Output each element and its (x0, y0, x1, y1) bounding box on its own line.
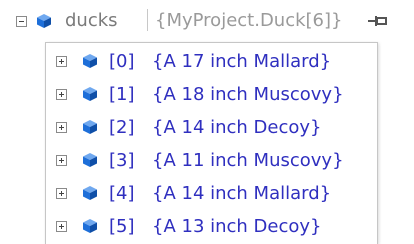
list-item[interactable]: [4] {A 14 inch Mallard} (46, 177, 377, 210)
separator (147, 9, 148, 31)
expand-icon[interactable] (56, 155, 67, 166)
item-index: [4] (109, 183, 135, 204)
expand-icon[interactable] (56, 122, 67, 133)
expand-icon[interactable] (56, 89, 67, 100)
list-item[interactable]: [0] {A 17 inch Mallard} (46, 45, 377, 78)
list-item[interactable]: [1] {A 18 inch Muscovy} (46, 78, 377, 111)
item-value[interactable]: {A 13 inch Decoy} (152, 210, 322, 243)
collapse-icon[interactable] (16, 16, 27, 27)
object-icon (83, 219, 97, 233)
object-icon (83, 54, 97, 68)
item-value[interactable]: {A 18 inch Muscovy} (152, 78, 344, 111)
item-index: [3] (109, 150, 135, 171)
item-value[interactable]: {A 11 inch Muscovy} (152, 144, 344, 177)
item-value[interactable]: {A 14 inch Mallard} (152, 177, 331, 210)
expand-icon[interactable] (56, 188, 67, 199)
list-item[interactable]: [3] {A 11 inch Muscovy} (46, 144, 377, 177)
pin-icon[interactable] (368, 14, 388, 28)
members-list: [0] {A 17 inch Mallard} [1] {A 18 inch M… (45, 42, 378, 244)
item-index: [1] (109, 84, 135, 105)
variable-name: ducks (65, 10, 118, 31)
datatip-header: ducks {MyProject.Duck[6]} (0, 0, 414, 42)
object-icon (83, 87, 97, 101)
item-index: [5] (109, 216, 135, 237)
item-index: [2] (109, 117, 135, 138)
object-icon (83, 120, 97, 134)
expand-icon[interactable] (56, 221, 67, 232)
object-icon (37, 14, 51, 28)
item-value[interactable]: {A 14 inch Decoy} (152, 111, 322, 144)
object-icon (83, 186, 97, 200)
item-value[interactable]: {A 17 inch Mallard} (152, 45, 331, 78)
object-icon (83, 153, 97, 167)
list-item[interactable]: [5] {A 13 inch Decoy} (46, 210, 377, 243)
variable-value[interactable]: {MyProject.Duck[6]} (155, 6, 342, 36)
expand-icon[interactable] (56, 56, 67, 67)
item-index: [0] (109, 51, 135, 72)
list-item[interactable]: [2] {A 14 inch Decoy} (46, 111, 377, 144)
